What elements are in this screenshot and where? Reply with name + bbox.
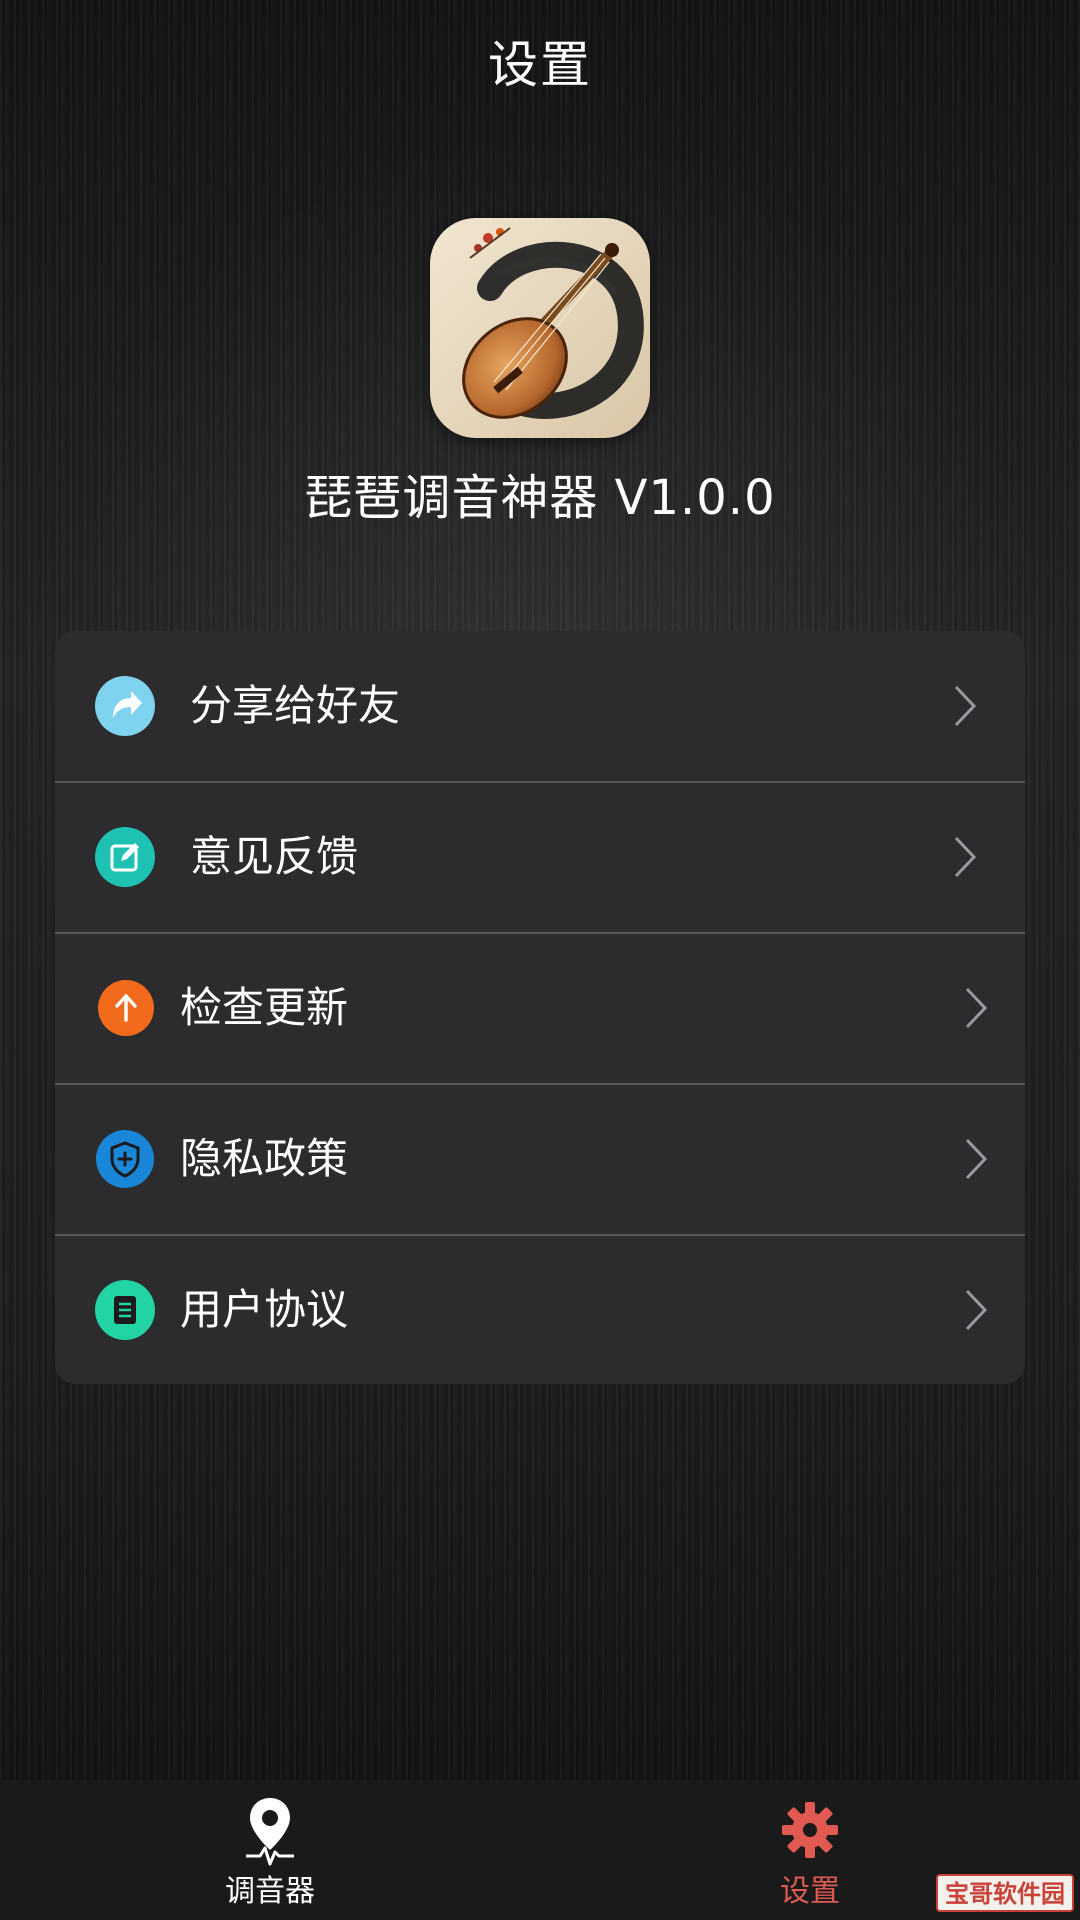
- menu-item-feedback[interactable]: 意见反馈: [55, 782, 1025, 932]
- menu-item-label: 分享给好友: [190, 681, 401, 730]
- chevron-right-icon: [965, 1289, 988, 1331]
- watermark-graphic: 宝哥软件园: [945, 1880, 1065, 1908]
- tab-settings[interactable]: 设置: [680, 1780, 940, 1920]
- chevron-right-icon: [954, 836, 977, 878]
- tuner-pin-icon: [246, 1798, 294, 1866]
- menu-item-label: 用户协议: [180, 1285, 349, 1334]
- menu-item-privacy-policy[interactable]: 隐私政策: [55, 1084, 1025, 1234]
- chevron-right-icon: [965, 987, 988, 1029]
- share-icon: [95, 676, 155, 736]
- bottom-tab-bar: 调音器 设置: [0, 1780, 1080, 1920]
- tab-label: 设置: [780, 1874, 840, 1909]
- tab-tuner[interactable]: 调音器: [140, 1780, 400, 1920]
- app-icon: [430, 218, 650, 438]
- update-arrow-up-icon: [98, 980, 154, 1036]
- feedback-edit-icon: [95, 827, 155, 887]
- svg-text:宝哥软件园: 宝哥软件园: [945, 1880, 1065, 1908]
- app-name-version: 琵琶调音神器 V1.0.0: [304, 470, 776, 526]
- menu-item-label: 隐私政策: [180, 1134, 349, 1183]
- menu-item-check-update[interactable]: 检查更新: [55, 933, 1025, 1083]
- chevron-right-icon: [954, 685, 977, 727]
- menu-item-label: 检查更新: [180, 983, 349, 1032]
- pipa-icon-graphic: [430, 218, 650, 438]
- tab-label: 调音器: [225, 1874, 315, 1909]
- chevron-right-icon: [965, 1138, 988, 1180]
- gear-icon: [782, 1802, 838, 1858]
- menu-item-label: 意见反馈: [190, 832, 359, 881]
- watermark-logo: 宝哥软件园: [936, 1874, 1074, 1912]
- page-title: 设置: [488, 36, 592, 94]
- privacy-shield-icon: [96, 1130, 154, 1188]
- settings-menu: 分享给好友 意见反馈 检查更新 隐私政策 用户协议: [55, 631, 1025, 1384]
- agreement-document-icon: [95, 1280, 155, 1340]
- menu-item-user-agreement[interactable]: 用户协议: [55, 1235, 1025, 1384]
- menu-item-share[interactable]: 分享给好友: [55, 631, 1025, 781]
